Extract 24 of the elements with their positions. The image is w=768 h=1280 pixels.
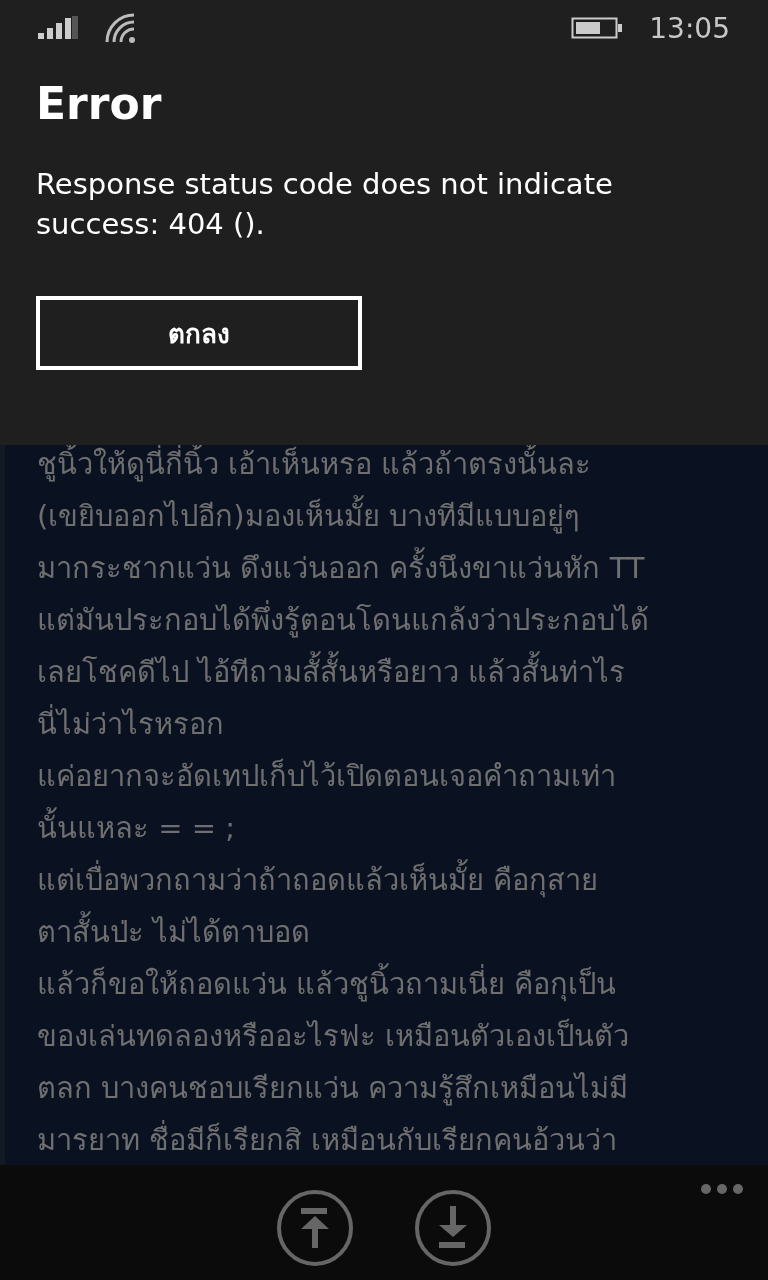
text-line: มากระชากแว่น ดึงแว่นออก ครั้งนึงขาแว่นหัก TT (37, 542, 768, 594)
text-line: นั้นแหละ = = ; (37, 802, 768, 854)
scroll-to-top-icon[interactable] (276, 1189, 354, 1267)
more-icon[interactable] (700, 1183, 744, 1195)
text-line: นี่ไม่ว่าไรหรอก (37, 698, 768, 750)
text-line: ตลก บางคนชอบเรียกแว่น ความรู้สึกเหมือนไม่มี (37, 1070, 630, 1108)
text-line: ชูนิ้วให้ดูนี่กี่นิ้ว เอ้าเห็นหรอ แล้วถ้าตรงนั้นละ (37, 444, 593, 484)
text-line: แต่เบื่อพวกถามว่าถ้าถอดแล้วเห็นมั้ย คือกุสาย (37, 854, 768, 906)
text-line: ตาสั้นป่ะ ไม่ได้ตาบอด (37, 906, 768, 958)
battery-icon (571, 17, 624, 39)
wifi-icon (104, 12, 138, 44)
text-line: (เขยิบออกไปอีก)มองเห็นมั้ย บางทีมีแบบอยู่ๆ (37, 490, 768, 542)
text-line: ของเล่นทดลองหรืออะไรฟะ เหมือนตัวเองเป็นตัว (37, 1017, 631, 1055)
text-line: มารยาท ชื่อมีก็เรียกสิ เหมือนกับเรียกคนอ้วนว่า (37, 1114, 768, 1165)
download-icon[interactable] (414, 1189, 492, 1267)
text-line: แต่มันประกอบได้พึ่งรู้ตอนโดนแกล้งว่าประกอบได้ (37, 594, 768, 646)
text-line: แค่อยากจะอัดเทปเก็บไว้เปิดตอนเจอคำถามเท่า (37, 757, 617, 795)
clock-time: 13:05 (649, 11, 730, 45)
dialog-title: Error (36, 77, 163, 131)
ok-button[interactable]: ตกลง (36, 296, 362, 370)
signal-icon (38, 16, 78, 40)
error-message: Response status code does not indicate success: 404 (). (36, 166, 614, 243)
text-line: แล้วก็ขอให้ถอดแว่น แล้วชูนิ้วถามเนี่ย คือกุเป็น (37, 958, 768, 1010)
text-line: เลยโชคดีไป ไอ้ทีถามสั้สั้นหรือยาว แล้วสั้นท่าไร (37, 646, 768, 698)
